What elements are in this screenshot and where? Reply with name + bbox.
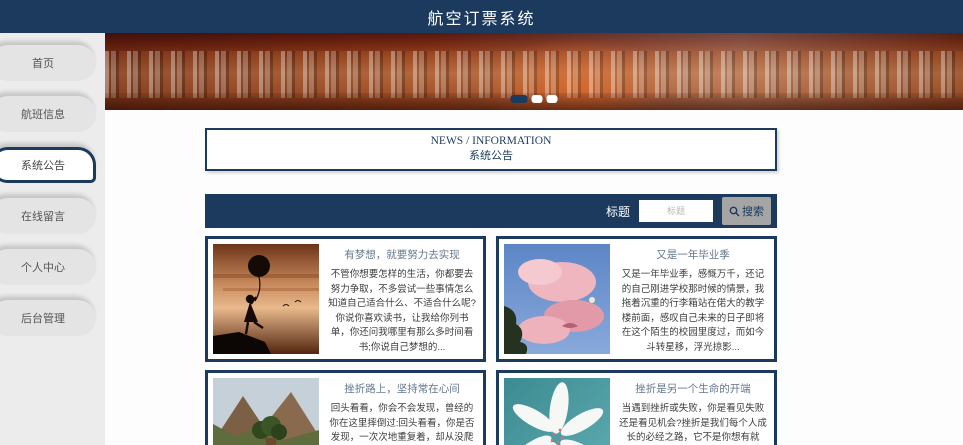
app-header: 航空订票系统 [0,0,963,33]
section-heading-en: NEWS / INFORMATION [430,135,552,147]
news-card-new-beginning[interactable]: 挫折是另一个生命的开端 当遇到挫折或失败，你是看见失败还是看见机会?挫折是我们每… [496,370,777,445]
news-card-text: 挫折路上，坚持常在心间 回头看看，你会不会发现，曾经的你在这里摔倒过:回头看看，… [326,378,478,445]
news-card-title: 挫折路上，坚持常在心间 [344,383,460,395]
pink-clouds-sky-image [504,244,610,354]
main-layout: 首页 航班信息 系统公告 在线留言 个人中心 后台管理 NEWS / INFOR… [0,33,963,445]
search-field-label: 标题 [605,204,630,219]
section-heading-box: NEWS / INFORMATION 系统公告 [205,128,777,171]
main-content: NEWS / INFORMATION 系统公告 标题 搜索 [105,33,963,445]
news-card-dream[interactable]: 有梦想，就要努力去实现 不管你想要怎样的生活，你都要去努力争取，不多尝试一些事情… [205,236,486,362]
news-card-text: 又是一年毕业季 又是一年毕业季，感慨万千，还记的自己刚进学校那时候的情景，我拖着… [617,244,769,354]
news-card-excerpt: 不管你想要怎样的生活，你都要去努力争取，不多尝试一些事情怎么知道自己适合什么、不… [328,269,476,353]
sidebar-item-announcements[interactable]: 系统公告 [0,147,96,183]
news-card-graduation[interactable]: 又是一年毕业季 又是一年毕业季，感慨万千，还记的自己刚进学校那时候的情景，我拖着… [496,236,777,362]
sidebar-item-label: 航班信息 [21,109,65,121]
news-card-grid: 有梦想，就要努力去实现 不管你想要怎样的生活，你都要去努力争取，不多尝试一些事情… [205,236,777,445]
sidebar-item-profile[interactable]: 个人中心 [0,249,96,285]
news-card-excerpt: 回头看看，你会不会发现，曾经的你在这里摔倒过:回头看看，你是否发现，一次次地重复… [329,403,475,443]
search-button-label: 搜索 [742,206,764,218]
news-card-title: 挫折是另一个生命的开端 [635,383,751,395]
app-window: 航空订票系统 首页 航班信息 系统公告 在线留言 个人中心 后台管理 NEWS … [0,0,963,445]
sidebar-item-messages[interactable]: 在线留言 [0,198,96,234]
carousel-dot-1-active[interactable] [510,95,528,103]
news-card-perseverance[interactable]: 挫折路上，坚持常在心间 回头看看，你会不会发现，曾经的你在这里摔倒过:回头看看，… [205,370,486,445]
news-card-excerpt: 又是一年毕业季，感慨万千，还记的自己刚进学校那时候的情景，我拖着沉重的行李箱站在… [621,269,765,353]
sidebar-item-label: 首页 [32,58,54,70]
content-column: NEWS / INFORMATION 系统公告 标题 搜索 [205,128,777,445]
news-card-title: 又是一年毕业季 [656,249,730,261]
city-skyline-graphic [105,51,963,98]
white-flower-teal-image [504,378,610,445]
sidebar-nav: 首页 航班信息 系统公告 在线留言 个人中心 后台管理 [0,33,105,445]
sidebar-item-label: 在线留言 [21,211,65,223]
sidebar-item-label: 后台管理 [21,313,65,325]
sidebar-item-home[interactable]: 首页 [0,45,96,81]
search-input[interactable] [639,200,713,222]
news-card-title: 有梦想，就要努力去实现 [344,249,460,261]
search-button[interactable]: 搜索 [722,197,771,225]
search-icon [729,206,740,217]
sidebar-item-admin[interactable]: 后台管理 [0,300,96,336]
news-card-text: 挫折是另一个生命的开端 当遇到挫折或失败，你是看见失败还是看见机会?挫折是我们每… [617,378,769,445]
carousel-dot-3[interactable] [546,95,558,103]
section-heading-zh: 系统公告 [469,150,513,162]
search-bar: 标题 搜索 [205,194,777,228]
girl-balloon-sunset-image [213,244,319,354]
hero-carousel-image [105,33,963,110]
sidebar-item-label: 个人中心 [21,262,65,274]
news-card-excerpt: 当遇到挫折或失败，你是看见失败还是看见机会?挫折是我们每个人成长的必经之路，它不… [619,403,767,443]
sidebar-item-flight-info[interactable]: 航班信息 [0,96,96,132]
news-card-text: 有梦想，就要努力去实现 不管你想要怎样的生活，你都要去努力争取，不多尝试一些事情… [326,244,478,354]
carousel-indicators [510,95,558,103]
mountain-lake-trees-image [213,378,319,445]
page-title: 航空订票系统 [427,10,536,28]
sidebar-item-label: 系统公告 [21,160,65,172]
carousel-dot-2[interactable] [531,95,543,103]
